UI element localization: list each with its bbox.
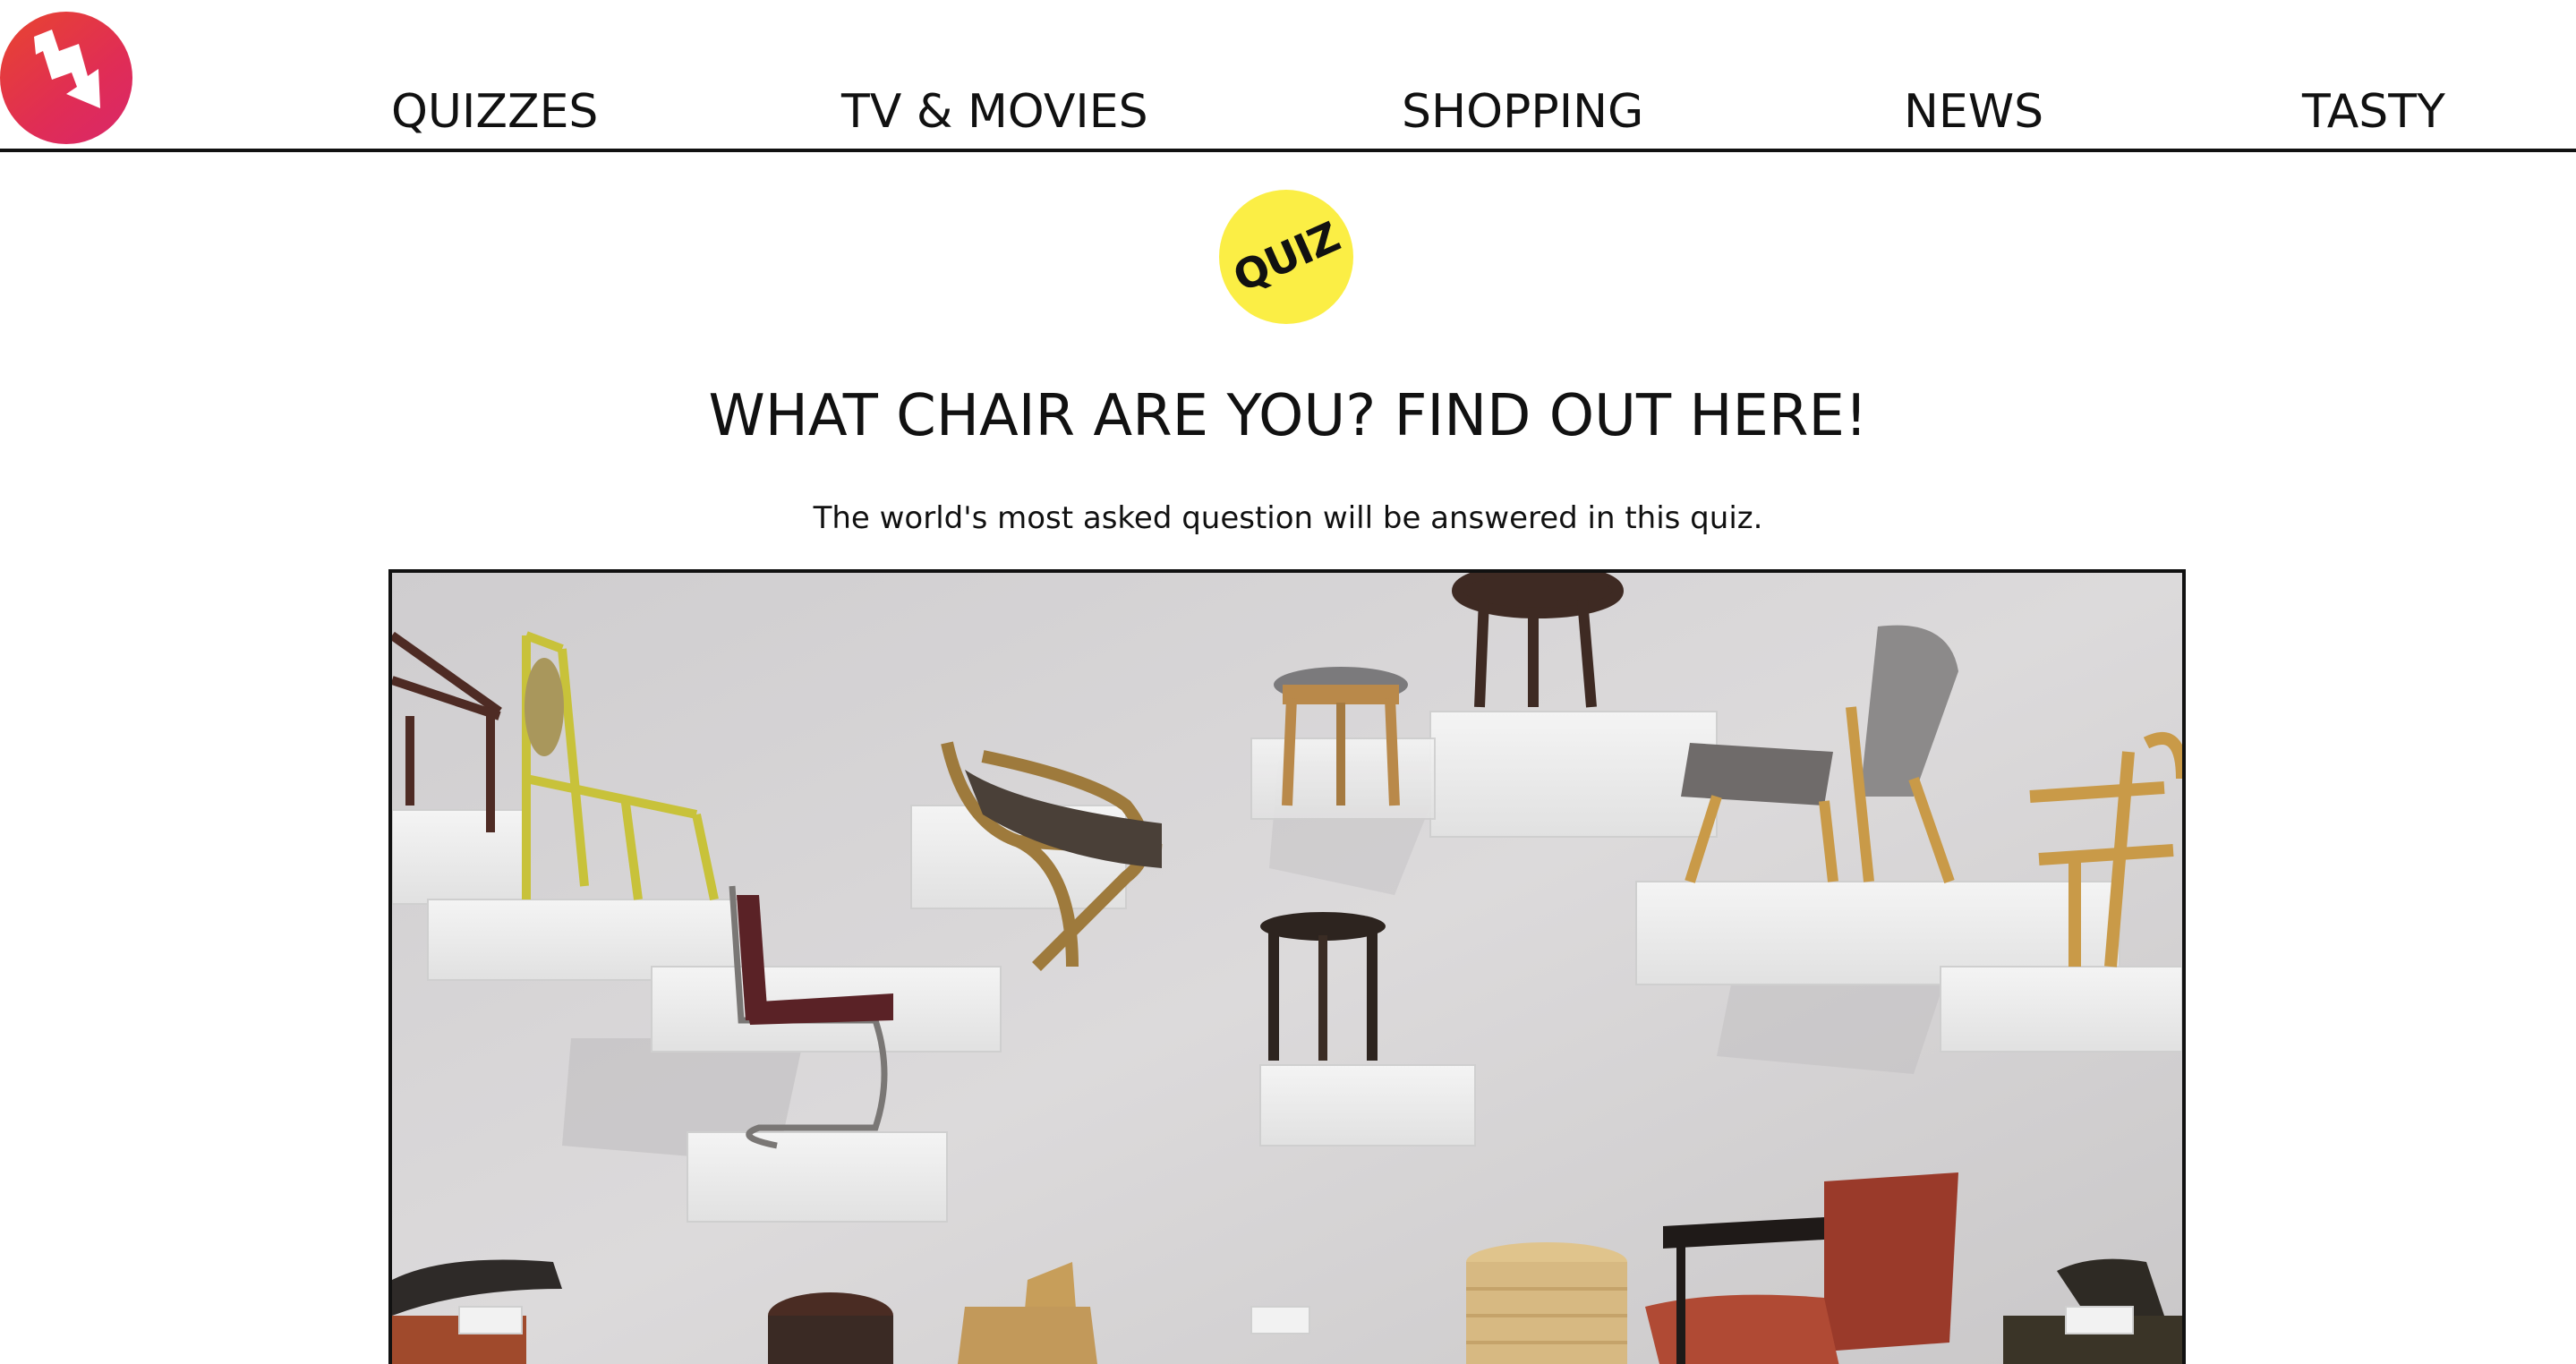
chairs-on-wall-shelves-photo <box>392 573 2182 1364</box>
nav-tasty[interactable]: TASTY <box>2302 81 2445 143</box>
stool-stack <box>1466 1242 1627 1364</box>
quiz-subtitle: The world's most asked question will be … <box>813 500 1763 536</box>
main-nav: QUIZZES TV & MOVIES SHOPPING NEWS TASTY <box>0 81 2576 143</box>
site-header: QUIZZES TV & MOVIES SHOPPING NEWS TASTY <box>0 0 2576 152</box>
quiz-badge: QUIZ <box>1219 190 1353 324</box>
nav-tv-movies[interactable]: TV & MOVIES <box>841 81 1148 143</box>
quiz-hero-image <box>388 569 2186 1364</box>
quiz-badge-label: QUIZ <box>1225 212 1347 302</box>
page: QUIZZES TV & MOVIES SHOPPING NEWS TASTY … <box>0 0 2576 1364</box>
stool-dark <box>1260 912 1386 1061</box>
nav-quizzes[interactable]: QUIZZES <box>391 81 598 143</box>
quiz-title: WHAT CHAIR ARE YOU? FIND OUT HERE! <box>708 383 1868 449</box>
nav-news[interactable]: NEWS <box>1904 81 2043 143</box>
nav-shopping[interactable]: SHOPPING <box>1402 81 1643 143</box>
